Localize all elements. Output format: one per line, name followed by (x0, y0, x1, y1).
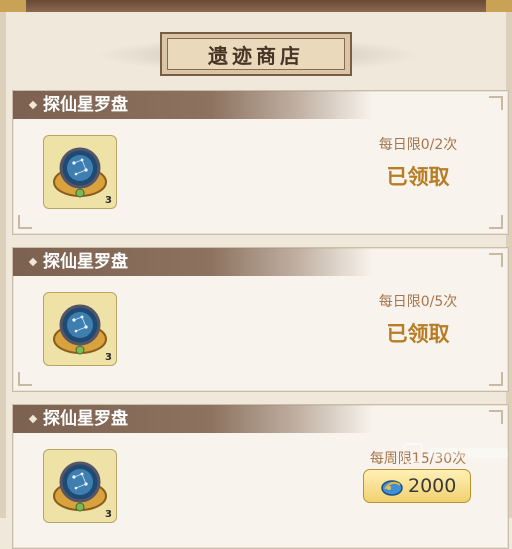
price-value: 2000 (408, 475, 457, 497)
page-title: 遗迹商店 (208, 43, 304, 68)
card-header: 探仙星罗盘 (13, 248, 373, 276)
title-banner: 遗迹商店 (0, 12, 512, 80)
item-slot[interactable]: 3 (43, 449, 117, 523)
card-header: 探仙星罗盘 (13, 91, 373, 119)
purchase-limit: 每日限0/2次 (378, 137, 458, 153)
shop-item-card: 探仙星罗盘 3 每周限15/30次 2000 (12, 404, 509, 549)
watermark-logo (403, 443, 508, 463)
top-frame (0, 0, 512, 12)
item-count: 3 (105, 352, 112, 363)
buy-button[interactable]: 2000 (363, 469, 471, 503)
star-compass-icon (53, 461, 107, 512)
star-compass-icon (53, 304, 107, 355)
left-frame (0, 12, 6, 518)
item-name: 探仙星罗盘 (43, 95, 128, 115)
item-slot[interactable]: 3 (43, 135, 117, 209)
corner-ornament (489, 215, 503, 229)
shop-item-card: 探仙星罗盘 3 每日限0/5次 已领取 (12, 247, 509, 392)
item-name: 探仙星罗盘 (43, 409, 128, 429)
item-count: 3 (105, 509, 112, 520)
feather-coin-icon (381, 480, 403, 496)
claimed-status: 已领取 (386, 165, 450, 189)
item-slot[interactable]: 3 (43, 292, 117, 366)
item-name: 探仙星罗盘 (43, 252, 128, 272)
card-header: 探仙星罗盘 (13, 405, 373, 433)
diamond-icon (28, 257, 38, 267)
diamond-icon (28, 414, 38, 424)
diamond-icon (28, 100, 38, 110)
corner-ornament (18, 215, 32, 229)
claimed-status: 已领取 (386, 322, 450, 346)
corner-ornament (489, 372, 503, 386)
corner-ornament (18, 372, 32, 386)
corner-ornament (489, 253, 503, 267)
star-compass-icon (53, 147, 107, 198)
purchase-limit: 每日限0/5次 (378, 294, 458, 310)
shop-item-card: 探仙星罗盘 3 每日限0/2次 已领取 (12, 90, 509, 235)
item-count: 3 (105, 195, 112, 206)
corner-ornament (489, 410, 503, 424)
corner-ornament (489, 96, 503, 110)
title-plate: 遗迹商店 (160, 32, 352, 76)
